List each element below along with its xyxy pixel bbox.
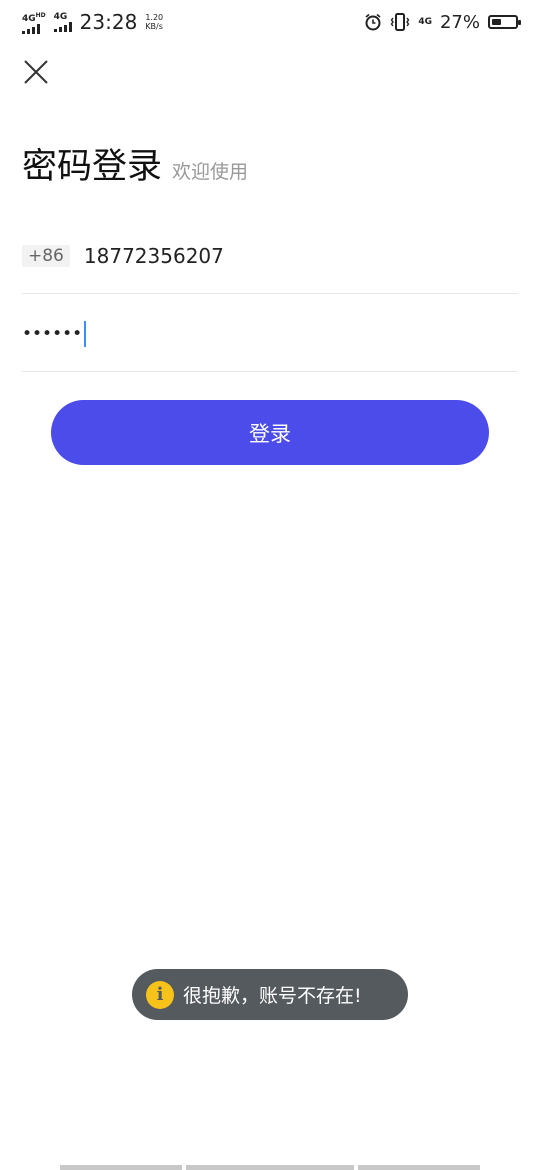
- nav-hint-center[interactable]: [186, 1165, 354, 1170]
- page-subtitle: 欢迎使用: [172, 161, 249, 183]
- battery-fill: [492, 19, 501, 25]
- status-left: 4GHD 4G 23:28 1.20 KB/s: [22, 10, 163, 34]
- login-button[interactable]: 登录: [51, 400, 489, 465]
- toast-message: 很抱歉，账号不存在!: [183, 985, 362, 1007]
- nav-hint-right[interactable]: [358, 1165, 480, 1170]
- signal-3: 4G: [418, 16, 432, 27]
- nav-hint-left[interactable]: [60, 1165, 182, 1170]
- signal-bars-icon: [22, 23, 40, 34]
- signal-2: 4G: [53, 11, 72, 32]
- password-field[interactable]: ••••••: [22, 296, 518, 372]
- battery-percent: 27%: [439, 11, 480, 33]
- password-input[interactable]: ••••••: [22, 324, 82, 344]
- vibrate-icon: [390, 13, 410, 31]
- alarm-icon: [365, 13, 381, 31]
- close-button[interactable]: [22, 58, 50, 86]
- phone-input[interactable]: 18772356207: [84, 244, 224, 268]
- network-sup-1: HD: [35, 11, 46, 19]
- signal-1: 4GHD: [22, 11, 46, 34]
- battery-icon: [488, 15, 521, 29]
- speed-value: 1.20: [145, 13, 164, 22]
- page-title: 密码登录: [22, 147, 163, 187]
- status-right: 4G 27%: [364, 11, 521, 33]
- title-row: 密码登录 欢迎使用: [22, 138, 248, 189]
- toast: i 很抱歉，账号不存在!: [132, 969, 408, 1020]
- network-label-1: 4G: [22, 13, 36, 24]
- clock: 23:28: [79, 10, 138, 34]
- close-icon: [24, 60, 48, 84]
- country-code-selector[interactable]: +86: [22, 244, 70, 267]
- network-label-3: 4G: [418, 16, 432, 27]
- speed-unit: KB/s: [145, 22, 163, 31]
- status-bar: 4GHD 4G 23:28 1.20 KB/s 4G 27%: [0, 0, 540, 44]
- network-label-2: 4G: [53, 11, 68, 22]
- network-speed: 1.20 KB/s: [145, 13, 163, 31]
- info-icon: i: [146, 980, 174, 1009]
- signal-bars-icon: [53, 21, 72, 32]
- phone-field[interactable]: +86 18772356207: [22, 218, 518, 294]
- text-cursor: [84, 320, 87, 347]
